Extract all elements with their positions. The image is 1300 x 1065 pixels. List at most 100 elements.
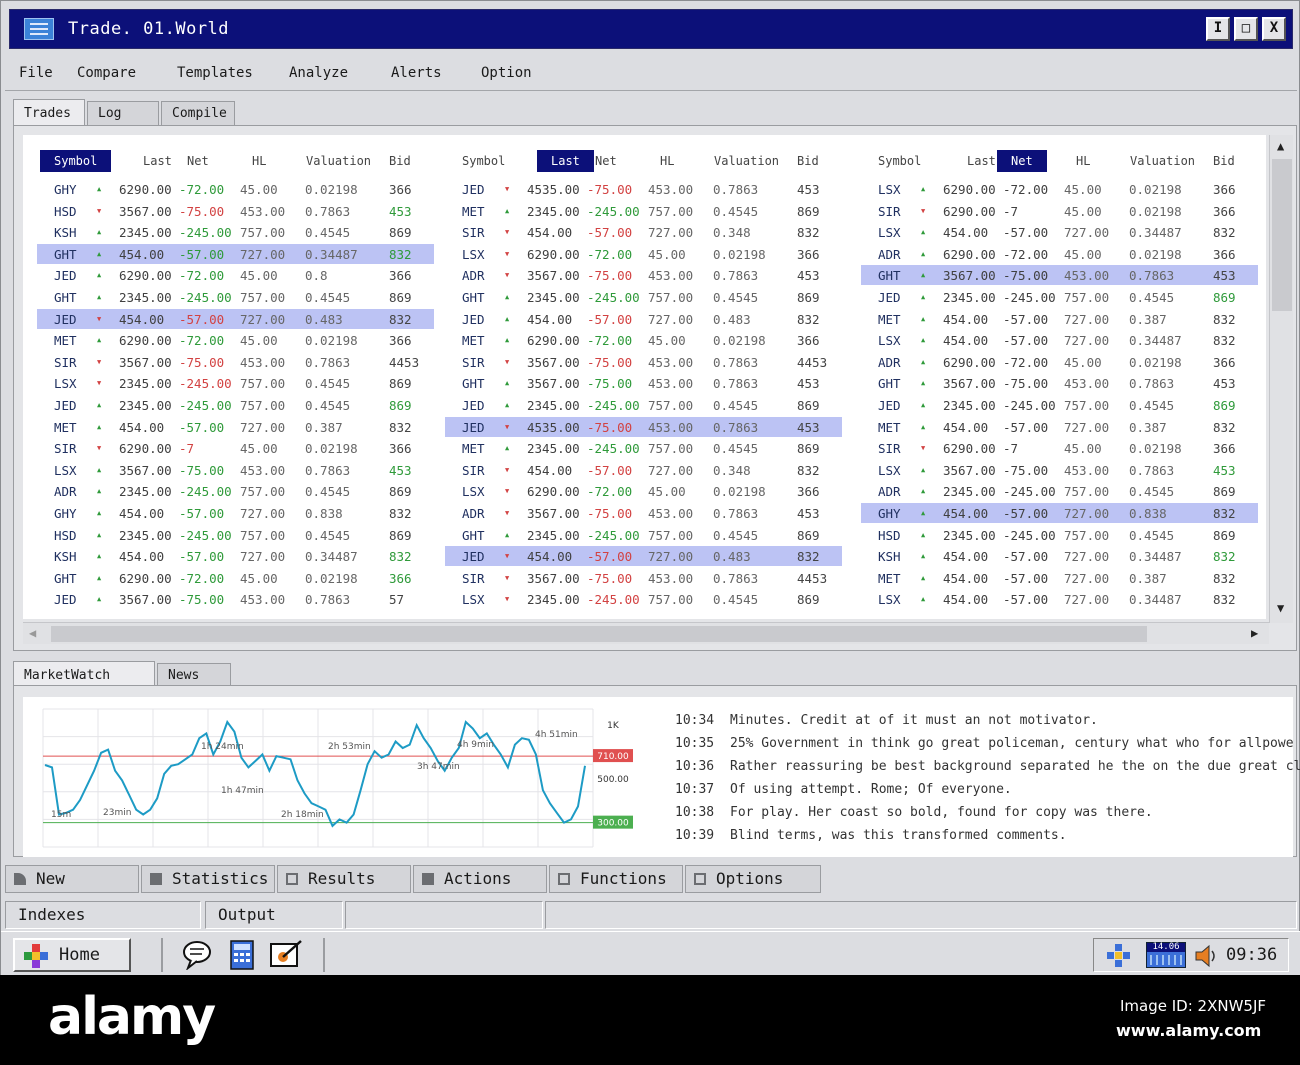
column-header-valuation[interactable]: Valuation: [306, 154, 371, 168]
status-output[interactable]: Output: [205, 901, 343, 929]
table-row[interactable]: GHT ▲ 2345.00 -245.00 757.00 0.4545 869: [37, 287, 434, 307]
table-row[interactable]: LSX ▲ 454.00 -57.00 727.00 0.34487 832: [861, 330, 1258, 350]
table-row[interactable]: SIR ▼ 454.00 -57.00 727.00 0.348 832: [445, 222, 842, 242]
scroll-right-icon[interactable]: ▶: [1251, 626, 1258, 640]
table-row[interactable]: MET ▲ 6290.00 -72.00 45.00 0.02198 366: [37, 330, 434, 350]
column-header-hl[interactable]: HL: [660, 154, 674, 168]
table-row[interactable]: JED ▼ 4535.00 -75.00 453.00 0.7863 453: [445, 416, 842, 437]
table-row[interactable]: ADR ▲ 6290.00 -72.00 45.00 0.02198 366: [861, 244, 1258, 264]
column-header-bid[interactable]: Bid: [1213, 154, 1235, 168]
table-row[interactable]: ADR ▲ 2345.00 -245.00 757.00 0.4545 869: [861, 481, 1258, 501]
table-row[interactable]: LSX ▼ 6290.00 -72.00 45.00 0.02198 366: [445, 481, 842, 501]
paint-icon[interactable]: [269, 940, 303, 970]
table-row[interactable]: JED ▲ 2345.00 -245.00 757.00 0.4545 869: [445, 395, 842, 415]
home-button[interactable]: Home: [13, 938, 131, 972]
table-row[interactable]: JED ▲ 454.00 -57.00 727.00 0.483 832: [445, 309, 842, 329]
table-row[interactable]: LSX ▲ 454.00 -57.00 727.00 0.34487 832: [861, 222, 1258, 242]
table-row[interactable]: MET ▲ 2345.00 -245.00 757.00 0.4545 869: [445, 201, 842, 221]
table-row[interactable]: GHY ▲ 454.00 -57.00 727.00 0.838 832: [37, 503, 434, 523]
table-row[interactable]: KSH ▲ 454.00 -57.00 727.00 0.34487 832: [37, 546, 434, 566]
table-row[interactable]: JED ▼ 454.00 -57.00 727.00 0.483 832: [37, 308, 434, 329]
table-row[interactable]: SIR ▼ 6290.00 -7 45.00 0.02198 366: [861, 438, 1258, 458]
network-grid-icon[interactable]: [1104, 943, 1134, 969]
table-row[interactable]: LSX ▼ 6290.00 -72.00 45.00 0.02198 366: [445, 244, 842, 264]
table-row[interactable]: HSD ▲ 2345.00 -245.00 757.00 0.4545 869: [37, 525, 434, 545]
column-header-net[interactable]: Net: [595, 154, 617, 168]
table-row[interactable]: JED ▲ 2345.00 -245.00 757.00 0.4545 869: [37, 395, 434, 415]
table-row[interactable]: GHT ▲ 3567.00 -75.00 453.00 0.7863 453: [445, 373, 842, 393]
table-row[interactable]: LSX ▼ 2345.00 -245.00 757.00 0.4545 869: [445, 589, 842, 609]
table-row[interactable]: ADR ▼ 3567.00 -75.00 453.00 0.7863 453: [445, 265, 842, 285]
chat-icon[interactable]: [181, 940, 213, 970]
table-row[interactable]: MET ▲ 2345.00 -245.00 757.00 0.4545 869: [445, 438, 842, 458]
table-row[interactable]: MET ▲ 454.00 -57.00 727.00 0.387 832: [861, 309, 1258, 329]
table-row[interactable]: SIR ▼ 3567.00 -75.00 453.00 0.7863 4453: [445, 352, 842, 372]
minimize-button[interactable]: I: [1206, 17, 1230, 41]
column-header-bid[interactable]: Bid: [389, 154, 411, 168]
column-header-bid[interactable]: Bid: [797, 154, 819, 168]
calendar-icon[interactable]: 14.06: [1146, 942, 1186, 968]
scroll-up-icon[interactable]: ▲: [1277, 139, 1284, 153]
table-row[interactable]: GHT ▲ 3567.00 -75.00 453.00 0.7863 453: [861, 373, 1258, 393]
table-row[interactable]: LSX ▼ 2345.00 -245.00 757.00 0.4545 869: [37, 373, 434, 393]
table-row[interactable]: GHT ▲ 2345.00 -245.00 757.00 0.4545 869: [445, 287, 842, 307]
maximize-button[interactable]: □: [1234, 17, 1258, 41]
horizontal-scrollbar[interactable]: ◀ ▶: [23, 622, 1269, 644]
table-row[interactable]: HSD ▼ 3567.00 -75.00 453.00 0.7863 453: [37, 201, 434, 221]
table-row[interactable]: ADR ▼ 3567.00 -75.00 453.00 0.7863 453: [445, 503, 842, 523]
tab-trades[interactable]: Trades: [13, 99, 85, 125]
menu-alerts[interactable]: Alerts: [391, 65, 442, 81]
scroll-left-icon[interactable]: ◀: [29, 626, 36, 640]
table-row[interactable]: LSX ▲ 3567.00 -75.00 453.00 0.7863 453: [861, 460, 1258, 480]
vertical-scrollbar[interactable]: ▲ ▼: [1269, 135, 1293, 623]
calculator-icon[interactable]: [229, 940, 255, 970]
table-row[interactable]: JED ▼ 454.00 -57.00 727.00 0.483 832: [445, 546, 842, 567]
table-row[interactable]: LSX ▲ 454.00 -57.00 727.00 0.34487 832: [861, 589, 1258, 609]
table-row[interactable]: JED ▲ 2345.00 -245.00 757.00 0.4545 869: [861, 287, 1258, 307]
table-row[interactable]: SIR ▼ 454.00 -57.00 727.00 0.348 832: [445, 460, 842, 480]
speaker-icon[interactable]: [1194, 944, 1216, 968]
tab-marketwatch[interactable]: MarketWatch: [13, 661, 155, 687]
tab-statistics[interactable]: Statistics: [141, 865, 275, 893]
tab-actions[interactable]: Actions: [413, 865, 547, 893]
column-header-symbol[interactable]: Symbol: [878, 154, 921, 168]
tab-results[interactable]: Results: [277, 865, 411, 893]
tab-new[interactable]: New: [5, 865, 139, 893]
tab-log[interactable]: Log: [87, 101, 159, 125]
column-header-last[interactable]: Last: [537, 150, 594, 172]
menu-compare[interactable]: Compare: [77, 65, 136, 81]
column-header-symbol[interactable]: Symbol: [462, 154, 505, 168]
vertical-scroll-thumb[interactable]: [1272, 159, 1292, 311]
table-row[interactable]: KSH ▲ 2345.00 -245.00 757.00 0.4545 869: [37, 222, 434, 242]
table-row[interactable]: ADR ▲ 2345.00 -245.00 757.00 0.4545 869: [37, 481, 434, 501]
table-row[interactable]: ADR ▲ 6290.00 -72.00 45.00 0.02198 366: [861, 352, 1258, 372]
table-row[interactable]: MET ▲ 454.00 -57.00 727.00 0.387 832: [861, 568, 1258, 588]
column-header-net[interactable]: Net: [997, 150, 1047, 172]
table-row[interactable]: HSD ▲ 2345.00 -245.00 757.00 0.4545 869: [861, 525, 1258, 545]
tab-news[interactable]: News: [157, 663, 231, 687]
table-row[interactable]: GHT ▲ 454.00 -57.00 727.00 0.34487 832: [37, 243, 434, 264]
table-row[interactable]: GHY ▲ 454.00 -57.00 727.00 0.838 832: [861, 503, 1258, 523]
column-header-hl[interactable]: HL: [252, 154, 266, 168]
table-row[interactable]: JED ▲ 2345.00 -245.00 757.00 0.4545 869: [861, 395, 1258, 415]
table-row[interactable]: JED ▲ 6290.00 -72.00 45.00 0.8 366: [37, 265, 434, 285]
column-header-hl[interactable]: HL: [1076, 154, 1090, 168]
table-row[interactable]: GHT ▲ 3567.00 -75.00 453.00 0.7863 453: [861, 265, 1258, 286]
table-row[interactable]: KSH ▲ 454.00 -57.00 727.00 0.34487 832: [861, 546, 1258, 566]
table-row[interactable]: GHT ▲ 2345.00 -245.00 757.00 0.4545 869: [445, 525, 842, 545]
table-row[interactable]: MET ▲ 6290.00 -72.00 45.00 0.02198 366: [445, 330, 842, 350]
table-row[interactable]: SIR ▼ 6290.00 -7 45.00 0.02198 366: [37, 438, 434, 458]
table-row[interactable]: SIR ▼ 6290.00 -7 45.00 0.02198 366: [861, 201, 1258, 221]
menu-templates[interactable]: Templates: [177, 65, 253, 81]
horizontal-scroll-thumb[interactable]: [51, 626, 1147, 642]
table-row[interactable]: GHY ▲ 6290.00 -72.00 45.00 0.02198 366: [37, 179, 434, 199]
tab-compile[interactable]: Compile: [161, 101, 235, 125]
tab-functions[interactable]: Functions: [549, 865, 683, 893]
table-row[interactable]: SIR ▼ 3567.00 -75.00 453.00 0.7863 4453: [37, 352, 434, 372]
status-indexes[interactable]: Indexes: [5, 901, 201, 929]
table-row[interactable]: MET ▲ 454.00 -57.00 727.00 0.387 832: [861, 417, 1258, 437]
column-header-net[interactable]: Net: [187, 154, 209, 168]
column-header-symbol[interactable]: Symbol: [40, 150, 112, 172]
menu-option[interactable]: Option: [481, 65, 532, 81]
menu-file[interactable]: File: [19, 65, 53, 81]
